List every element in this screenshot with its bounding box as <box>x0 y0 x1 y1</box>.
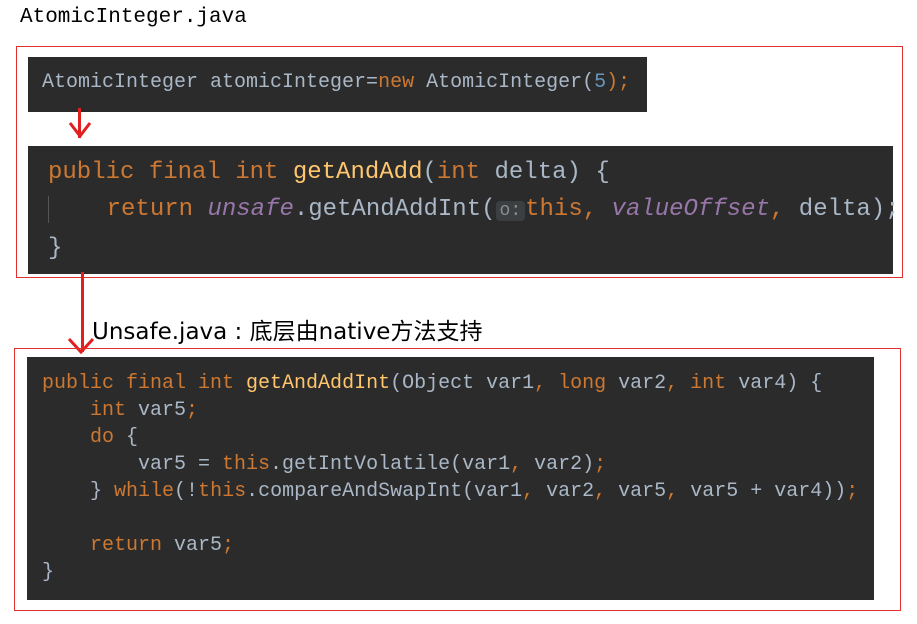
code-token: delta); <box>798 196 900 223</box>
code-token: ); <box>606 71 631 94</box>
arrow-head-1-icon <box>68 122 92 139</box>
code-token: ; <box>846 480 859 503</box>
code-token: var5 <box>618 480 667 503</box>
code-function: getAndAddInt <box>246 372 391 395</box>
code-snippet-getandadd: public final int getAndAdd(int delta) { … <box>28 146 900 274</box>
unsafe-caption: Unsafe.java : 底层由native方法支持 <box>92 319 483 345</box>
code-token: ; <box>222 534 235 557</box>
code-token: (Object var1 <box>390 372 535 395</box>
code-keyword: public final int <box>48 159 293 186</box>
parameter-hint: o: <box>495 201 526 221</box>
code-field: unsafe <box>207 196 294 223</box>
file-title: AtomicInteger.java <box>20 6 247 29</box>
code-token: .getIntVolatile(var1 <box>270 453 511 476</box>
code-snippet-instantiation: AtomicInteger atomicInteger=new AtomicIn… <box>28 57 647 112</box>
code-token: var5 + var4)) <box>690 480 847 503</box>
code-token: var2) <box>534 453 595 476</box>
code-snippet-getandaddint: public final int getAndAddInt(Object var… <box>27 357 874 600</box>
code-keyword: long <box>558 372 619 395</box>
code-token: AtomicInteger( <box>414 71 595 94</box>
code-keyword: return <box>106 196 208 223</box>
code-field: valueOffset <box>611 196 770 223</box>
code-number: 5 <box>594 71 607 94</box>
code-token: (! <box>174 480 199 503</box>
code-token: .compareAndSwapInt(var1 <box>246 480 523 503</box>
code-token: { <box>126 426 139 449</box>
code-keyword: int <box>690 372 739 395</box>
code-keyword: while <box>114 480 175 503</box>
code-token: ; <box>186 399 199 422</box>
code-token: atomicInteger= <box>198 71 379 94</box>
code-keyword: public final int <box>42 372 247 395</box>
code-keyword: int <box>90 399 139 422</box>
code-token: .getAndAddInt( <box>293 196 496 223</box>
code-keyword: do <box>90 426 127 449</box>
code-token: , <box>522 480 547 503</box>
code-token: , <box>534 372 559 395</box>
code-token: , <box>666 372 691 395</box>
code-token: var4) { <box>738 372 823 395</box>
code-function: getAndAdd <box>292 159 423 186</box>
code-keyword: int <box>436 159 481 186</box>
code-token: ( <box>422 159 437 186</box>
code-token: var2 <box>546 480 595 503</box>
code-token: var5 <box>174 534 223 557</box>
code-keyword: new <box>378 71 415 94</box>
code-token: } <box>48 235 63 262</box>
code-token: var2 <box>618 372 667 395</box>
code-keyword: this <box>198 480 247 503</box>
code-token: AtomicInteger <box>42 71 199 94</box>
code-keyword: this <box>222 453 271 476</box>
code-token: } <box>42 561 55 584</box>
code-token: ; <box>594 453 607 476</box>
code-keyword: return <box>90 534 175 557</box>
code-token: var5 <box>138 399 187 422</box>
code-token: , <box>510 453 535 476</box>
code-token: delta) { <box>480 159 610 186</box>
code-token: , <box>769 196 799 223</box>
code-token: } <box>90 480 115 503</box>
code-token: var5 = <box>138 453 223 476</box>
code-token: , <box>594 480 619 503</box>
code-token: , <box>666 480 691 503</box>
code-keyword: this, <box>525 196 612 223</box>
